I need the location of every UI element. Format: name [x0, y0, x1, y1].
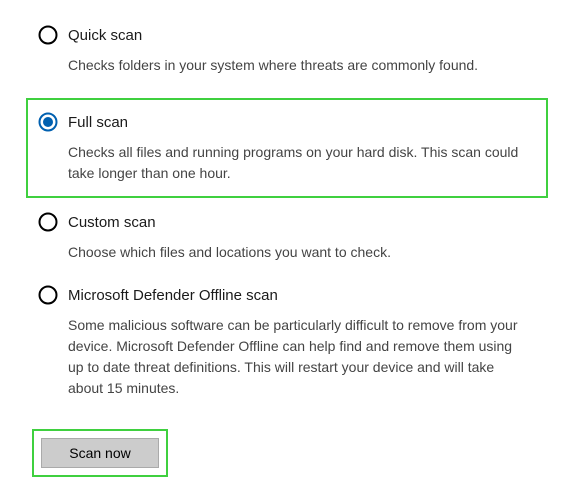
radio-quick-scan[interactable]: Quick scan [38, 25, 536, 45]
option-description: Checks folders in your system where thre… [68, 55, 528, 76]
option-custom-scan: Custom scan Choose which files and locat… [38, 212, 536, 263]
option-offline-scan: Microsoft Defender Offline scan Some mal… [38, 285, 536, 399]
radio-unchecked-icon [38, 212, 58, 232]
option-label: Custom scan [68, 214, 156, 231]
radio-unchecked-icon [38, 25, 58, 45]
scan-options-panel: Quick scan Checks folders in your system… [0, 0, 574, 487]
option-description: Checks all files and running programs on… [68, 142, 528, 184]
option-description: Some malicious software can be particula… [68, 315, 528, 399]
scan-now-highlight: Scan now [32, 429, 168, 477]
scan-now-button[interactable]: Scan now [41, 438, 159, 468]
option-quick-scan: Quick scan Checks folders in your system… [38, 25, 536, 76]
option-label: Full scan [68, 114, 128, 131]
radio-unchecked-icon [38, 285, 58, 305]
option-full-scan: Full scan Checks all files and running p… [26, 98, 548, 198]
radio-full-scan[interactable]: Full scan [38, 112, 536, 132]
radio-offline-scan[interactable]: Microsoft Defender Offline scan [38, 285, 536, 305]
option-description: Choose which files and locations you wan… [68, 242, 528, 263]
radio-custom-scan[interactable]: Custom scan [38, 212, 536, 232]
radio-checked-icon [38, 112, 58, 132]
option-label: Quick scan [68, 27, 142, 44]
option-label: Microsoft Defender Offline scan [68, 287, 278, 304]
